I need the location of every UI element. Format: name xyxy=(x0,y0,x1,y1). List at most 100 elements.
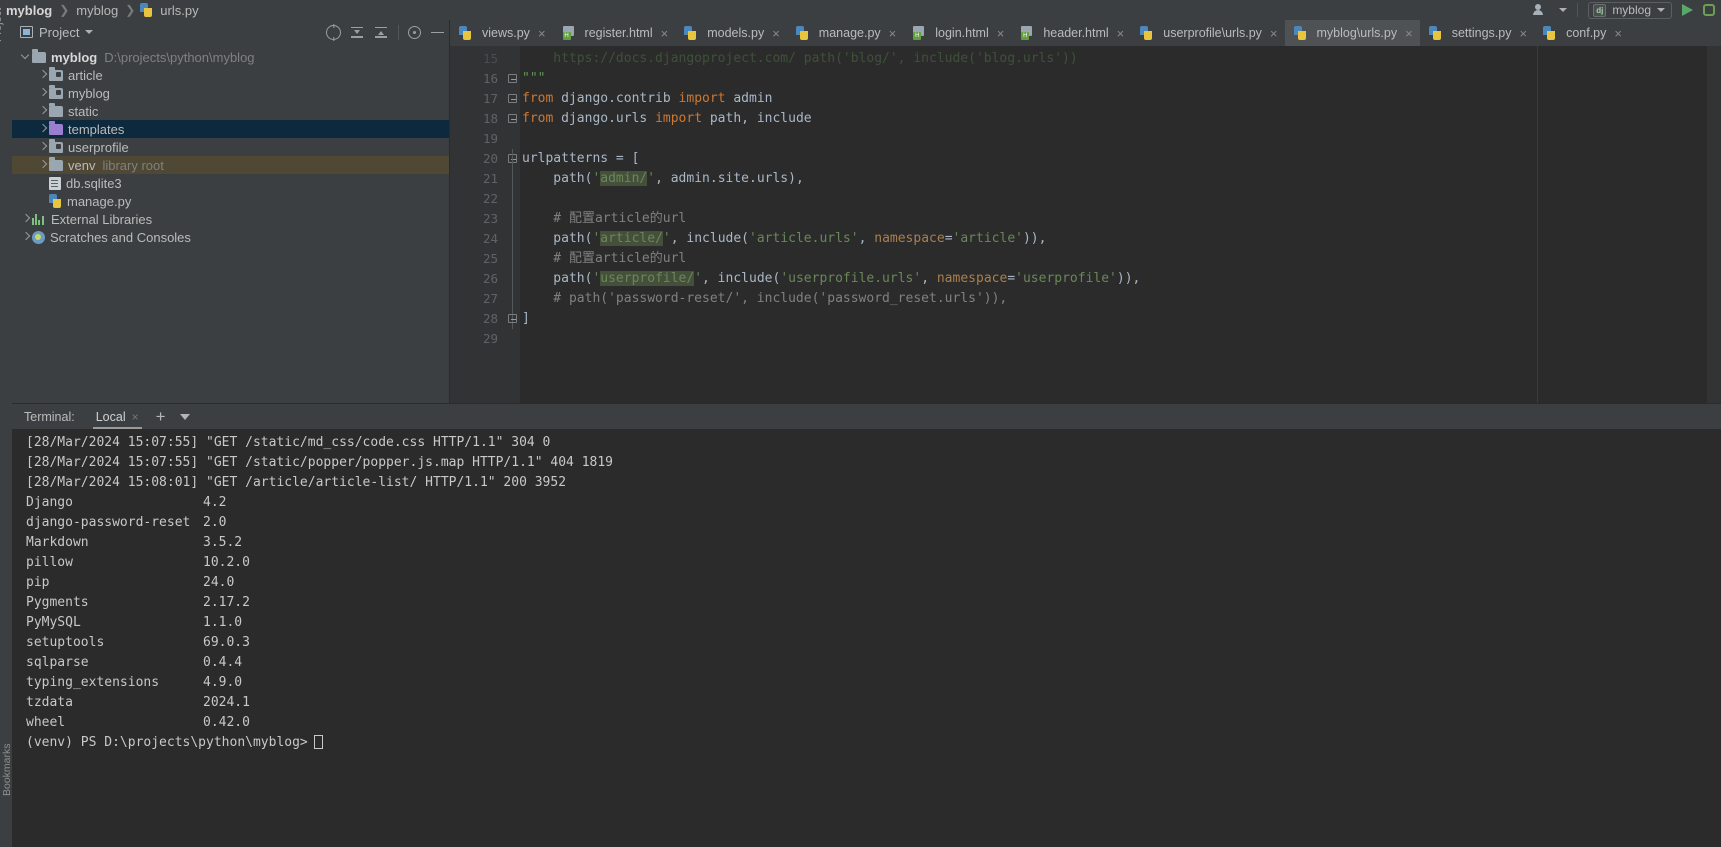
close-icon[interactable]: × xyxy=(1614,26,1622,41)
chevron-right-icon[interactable] xyxy=(37,66,49,84)
code-line[interactable] xyxy=(520,329,1721,349)
close-icon[interactable]: × xyxy=(538,26,546,41)
code-line[interactable]: # 配置article的url xyxy=(520,209,1721,229)
code-line[interactable]: path('userprofile/', include('userprofil… xyxy=(520,269,1721,289)
code-line[interactable]: urlpatterns = [ xyxy=(520,149,1721,169)
code-line[interactable]: path('article/', include('article.urls',… xyxy=(520,229,1721,249)
fold-marker[interactable] xyxy=(506,249,520,269)
fold-marker[interactable] xyxy=(506,69,520,89)
fold-toggle-icon[interactable] xyxy=(508,114,517,123)
code-line[interactable]: # 配置article的url xyxy=(520,249,1721,269)
expand-all-icon[interactable] xyxy=(350,25,365,40)
tree-item-scratches-and-consoles[interactable]: Scratches and Consoles xyxy=(12,228,449,246)
chevron-down-icon[interactable] xyxy=(1559,8,1568,12)
fold-marker[interactable] xyxy=(506,89,520,109)
fold-marker[interactable] xyxy=(506,309,520,329)
editor-scrollbar[interactable] xyxy=(1707,46,1721,403)
code-line[interactable] xyxy=(520,129,1721,149)
editor-tab-settings-py[interactable]: settings.py × xyxy=(1420,20,1534,46)
fold-marker[interactable] xyxy=(506,109,520,129)
chevron-down-icon[interactable] xyxy=(1657,8,1665,12)
terminal-tab-local[interactable]: Local × xyxy=(89,405,146,429)
close-icon[interactable]: × xyxy=(772,26,780,41)
chevron-right-icon[interactable] xyxy=(37,120,49,138)
editor-tab-myblog-urls-py[interactable]: myblog\urls.py × xyxy=(1284,20,1420,46)
fold-marker[interactable] xyxy=(506,289,520,309)
fold-toggle-icon[interactable] xyxy=(508,94,517,103)
fold-marker[interactable] xyxy=(506,329,520,349)
fold-marker[interactable] xyxy=(506,229,520,249)
tree-item-venv[interactable]: venv library root xyxy=(12,156,449,174)
tree-item-db-sqlite3[interactable]: db.sqlite3 xyxy=(12,174,449,192)
fold-marker[interactable] xyxy=(506,49,520,69)
fold-toggle-icon[interactable] xyxy=(508,74,517,83)
fold-marker[interactable] xyxy=(506,209,520,229)
debug-button[interactable] xyxy=(1703,4,1715,16)
editor-tab-login-html[interactable]: login.html × xyxy=(903,20,1011,46)
fold-marker[interactable] xyxy=(506,149,520,169)
gear-icon[interactable] xyxy=(408,26,421,39)
close-icon[interactable]: × xyxy=(1117,26,1125,41)
close-icon[interactable]: × xyxy=(889,26,897,41)
editor-tab-userprofile-urls-py[interactable]: userprofile\urls.py × xyxy=(1131,20,1284,46)
chevron-down-icon[interactable] xyxy=(85,30,94,34)
code-line[interactable]: from django.urls import path, include xyxy=(520,109,1721,129)
chevron-right-icon[interactable] xyxy=(37,84,49,102)
chevron-right-icon[interactable] xyxy=(20,210,32,228)
fold-marker[interactable] xyxy=(506,169,520,189)
close-icon[interactable]: × xyxy=(997,26,1005,41)
tree-item-article[interactable]: article xyxy=(12,66,449,84)
close-icon[interactable]: × xyxy=(661,26,669,41)
code-line[interactable]: # path('password-reset/', include('passw… xyxy=(520,289,1721,309)
editor-tab-register-html[interactable]: register.html × xyxy=(553,20,676,46)
user-icon[interactable] xyxy=(1533,3,1549,17)
code-line[interactable] xyxy=(520,189,1721,209)
chevron-down-icon[interactable] xyxy=(20,48,32,66)
editor-tab-views-py[interactable]: views.py × xyxy=(450,20,553,46)
chevron-right-icon[interactable] xyxy=(37,156,49,174)
fold-marker[interactable] xyxy=(506,189,520,209)
editor-tab-manage-py[interactable]: manage.py × xyxy=(787,20,903,46)
chevron-right-icon[interactable] xyxy=(20,228,32,246)
breadcrumb-item-0[interactable]: myblog xyxy=(4,3,54,18)
bookmarks-label[interactable]: Bookmarks xyxy=(1,743,13,796)
tree-item-static[interactable]: static xyxy=(12,102,449,120)
close-icon[interactable]: × xyxy=(1405,26,1413,41)
code-line[interactable]: https://docs.djangoproject.com/ path('bl… xyxy=(520,49,1721,69)
fold-toggle-icon[interactable] xyxy=(508,314,517,323)
close-icon[interactable]: × xyxy=(1270,26,1278,41)
close-icon[interactable]: × xyxy=(132,410,139,424)
code-line[interactable]: ] xyxy=(520,309,1721,329)
code-line[interactable]: from django.contrib import admin xyxy=(520,89,1721,109)
tree-item-userprofile[interactable]: userprofile xyxy=(12,138,449,156)
chevron-right-icon[interactable] xyxy=(37,138,49,156)
breadcrumb-item-2[interactable]: urls.py xyxy=(158,3,200,18)
code-line[interactable]: path('admin/', admin.site.urls), xyxy=(520,169,1721,189)
scroll-from-source-icon[interactable] xyxy=(326,24,341,40)
new-terminal-button[interactable]: + xyxy=(156,408,166,425)
terminal-output[interactable]: [28/Mar/2024 15:07:55] "GET /static/md_c… xyxy=(12,429,1721,847)
project-tool-window-label[interactable]: Project xyxy=(0,8,4,42)
run-button[interactable] xyxy=(1682,4,1693,16)
fold-marker[interactable] xyxy=(506,129,520,149)
code-content[interactable]: https://docs.djangoproject.com/ path('bl… xyxy=(520,46,1721,403)
code-folding-column[interactable] xyxy=(506,46,520,403)
editor-tab-conf-py[interactable]: conf.py × xyxy=(1534,20,1629,46)
tree-item-manage-py[interactable]: manage.py xyxy=(12,192,449,210)
tree-item-external-libraries[interactable]: External Libraries xyxy=(12,210,449,228)
chevron-down-icon[interactable] xyxy=(179,413,190,420)
code-line[interactable]: """ xyxy=(520,69,1721,89)
editor-tab-header-html[interactable]: header.html × xyxy=(1011,20,1131,46)
run-configuration-selector[interactable]: dj myblog xyxy=(1588,1,1672,19)
tree-item-myblog[interactable]: myblog D:\projects\python\myblog xyxy=(12,48,449,66)
tree-item-templates[interactable]: templates xyxy=(12,120,449,138)
terminal-prompt-line[interactable]: (venv) PS D:\projects\python\myblog> xyxy=(26,733,1721,753)
hide-panel-icon[interactable] xyxy=(430,25,445,40)
editor-tab-bar[interactable]: views.py×register.html×models.py×manage.… xyxy=(450,20,1721,46)
project-tree[interactable]: myblog D:\projects\python\myblog article my… xyxy=(12,44,449,403)
chevron-right-icon[interactable] xyxy=(37,102,49,120)
editor-tab-models-py[interactable]: models.py × xyxy=(675,20,787,46)
close-icon[interactable]: × xyxy=(1519,26,1527,41)
tree-item-myblog[interactable]: myblog xyxy=(12,84,449,102)
collapse-all-icon[interactable] xyxy=(374,25,389,40)
